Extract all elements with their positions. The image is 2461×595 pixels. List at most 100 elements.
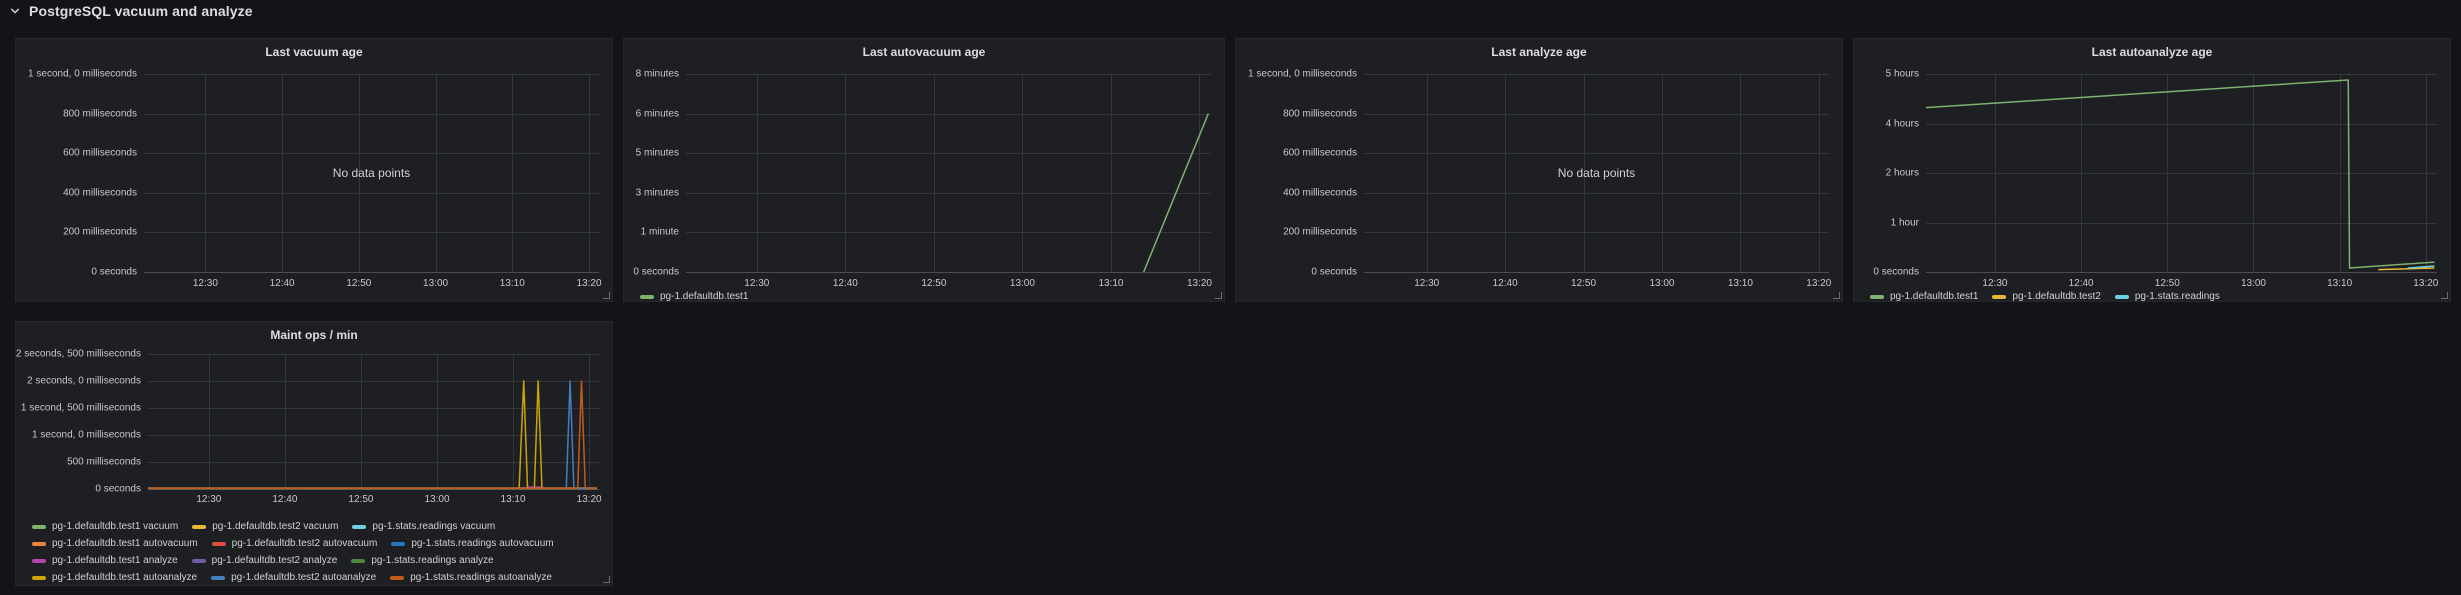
gridline [144,114,599,115]
plot-area [148,354,599,489]
x-axis: 12:3012:4012:5013:0013:1013:20 [144,278,599,292]
x-tick-label: 12:50 [1571,278,1596,289]
legend-item[interactable]: pg-1.defaultdb.test2 analyze [192,555,338,566]
y-tick-label: 1 second, 0 milliseconds [28,69,137,80]
gridline [144,272,599,273]
series-layer [148,354,599,489]
x-axis: 12:3012:4012:5013:0013:1013:20 [1364,278,1829,292]
series-line [148,381,597,488]
y-tick-label: 0 seconds [1311,267,1357,278]
gridline [1364,193,1829,194]
legend-row: pg-1.defaultdb.test1 autoanalyze pg-1.def… [32,569,606,586]
legend-item[interactable]: pg-1.stats.readings vacuum [352,521,495,532]
legend-item[interactable]: pg-1.stats.readings analyze [351,555,493,566]
panel-resize-handle[interactable] [2441,292,2448,299]
x-tick-label: 13:10 [501,494,526,505]
series-line [148,381,597,488]
series-color-icon [1992,295,2006,299]
series-color-icon [2115,295,2129,299]
series-line [2378,268,2434,270]
legend-item[interactable]: pg-1.stats.readings [2115,291,2220,302]
x-tick-label: 13:10 [1728,278,1753,289]
series-color-icon [32,542,46,546]
y-axis: 0 seconds1 hour2 hours4 hours5 hours [1854,74,1919,272]
legend-row: pg-1.defaultdb.test1 vacuum pg-1.defaultd… [32,518,606,535]
y-axis: 0 seconds200 milliseconds400 millisecond… [16,74,137,272]
y-tick-label: 2 seconds, 500 milliseconds [16,349,141,360]
series-color-icon [391,542,405,546]
panel-resize-handle[interactable] [1215,292,1222,299]
panel-title[interactable]: Last autoanalyze age [1854,45,2450,59]
row-title: PostgreSQL vacuum and analyze [29,3,253,19]
legend-item[interactable]: pg-1.defaultdb.test1 [640,291,748,302]
panel-resize-handle[interactable] [1833,292,1840,299]
gridline [1364,114,1829,115]
x-axis: 12:3012:4012:5013:0013:1013:20 [148,494,599,508]
series-color-icon [192,525,206,529]
panel-maint-ops-per-min: Maint ops / min 0 seconds500 millisecond… [15,321,613,586]
row-header-postgresql-vacuum-and-analyze[interactable]: PostgreSQL vacuum and analyze [8,0,253,22]
x-tick-label: 12:40 [270,278,295,289]
plot-area [1926,74,2437,272]
plot-area [686,74,1211,272]
panel-last-autoanalyze-age: Last autoanalyze age 0 seconds1 hour2 ho… [1853,38,2451,302]
legend-item[interactable]: pg-1.defaultdb.test2 autovacuum [212,538,378,549]
y-tick-label: 0 seconds [95,484,141,495]
legend-label: pg-1.defaultdb.test1 [660,291,748,302]
legend-item[interactable]: pg-1.defaultdb.test1 analyze [32,555,178,566]
legend-label: pg-1.defaultdb.test2 analyze [212,555,338,566]
plot-area: No data points [1364,74,1829,272]
x-tick-label: 12:50 [346,278,371,289]
x-tick-label: 13:00 [1649,278,1674,289]
x-tick-label: 13:20 [577,494,602,505]
legend-label: pg-1.defaultdb.test1 [1890,291,1978,302]
legend-row: pg-1.defaultdb.test1 pg-1.defaultdb.test2… [1870,288,2444,305]
panel-resize-handle[interactable] [603,292,610,299]
series-color-icon [351,559,365,563]
y-tick-label: 1 hour [1891,217,1919,228]
legend: pg-1.defaultdb.test1 [640,288,1218,305]
y-tick-label: 6 minutes [636,108,679,119]
x-tick-label: 12:50 [348,494,373,505]
panel-title[interactable]: Maint ops / min [16,328,612,342]
y-tick-label: 200 milliseconds [63,227,137,238]
legend: pg-1.defaultdb.test1 vacuum pg-1.defaultd… [32,518,606,586]
legend-item[interactable]: pg-1.defaultdb.test1 vacuum [32,521,178,532]
series-color-icon [390,576,404,580]
chevron-down-icon [8,4,22,18]
panel-title[interactable]: Last analyze age [1236,45,1842,59]
panel-resize-handle[interactable] [603,576,610,583]
legend-item[interactable]: pg-1.defaultdb.test1 autovacuum [32,538,198,549]
series-color-icon [32,559,46,563]
y-tick-label: 400 milliseconds [63,187,137,198]
legend-label: pg-1.defaultdb.test1 analyze [52,555,178,566]
y-tick-label: 0 seconds [91,267,137,278]
legend-label: pg-1.defaultdb.test1 autoanalyze [52,572,197,583]
x-tick-label: 12:40 [272,494,297,505]
x-tick-label: 13:00 [424,494,449,505]
series-color-icon [1870,295,1884,299]
legend-item[interactable]: pg-1.defaultdb.test2 vacuum [192,521,338,532]
panel-title[interactable]: Last autovacuum age [624,45,1224,59]
gridline [1926,272,2437,273]
y-axis: 0 seconds1 minute3 minutes5 minutes6 min… [624,74,679,272]
no-data-message: No data points [1364,166,1829,180]
legend-item[interactable]: pg-1.defaultdb.test1 [1870,291,1978,302]
legend-label: pg-1.defaultdb.test1 vacuum [52,521,178,532]
legend-item[interactable]: pg-1.defaultdb.test2 [1992,291,2100,302]
legend-item[interactable]: pg-1.stats.readings autovacuum [391,538,553,549]
legend-row: pg-1.defaultdb.test1 analyze pg-1.default… [32,552,606,569]
legend-row: pg-1.defaultdb.test1 autovacuum pg-1.defa… [32,535,606,552]
y-tick-label: 400 milliseconds [1283,187,1357,198]
panel-last-analyze-age: Last analyze age 0 seconds200 millisecon… [1235,38,1843,302]
panel-title[interactable]: Last vacuum age [16,45,612,59]
gridline [144,193,599,194]
y-tick-label: 2 hours [1886,168,1919,179]
y-tick-label: 4 hours [1886,118,1919,129]
dashboard-page: PostgreSQL vacuum and analyze Last vacuu… [0,0,2461,595]
series-color-icon [192,559,206,563]
legend-item[interactable]: pg-1.stats.readings autoanalyze [390,572,552,583]
y-axis: 0 seconds500 milliseconds1 second, 0 mil… [16,354,141,489]
legend-item[interactable]: pg-1.defaultdb.test1 autoanalyze [32,572,197,583]
legend-item[interactable]: pg-1.defaultdb.test2 autoanalyze [211,572,376,583]
